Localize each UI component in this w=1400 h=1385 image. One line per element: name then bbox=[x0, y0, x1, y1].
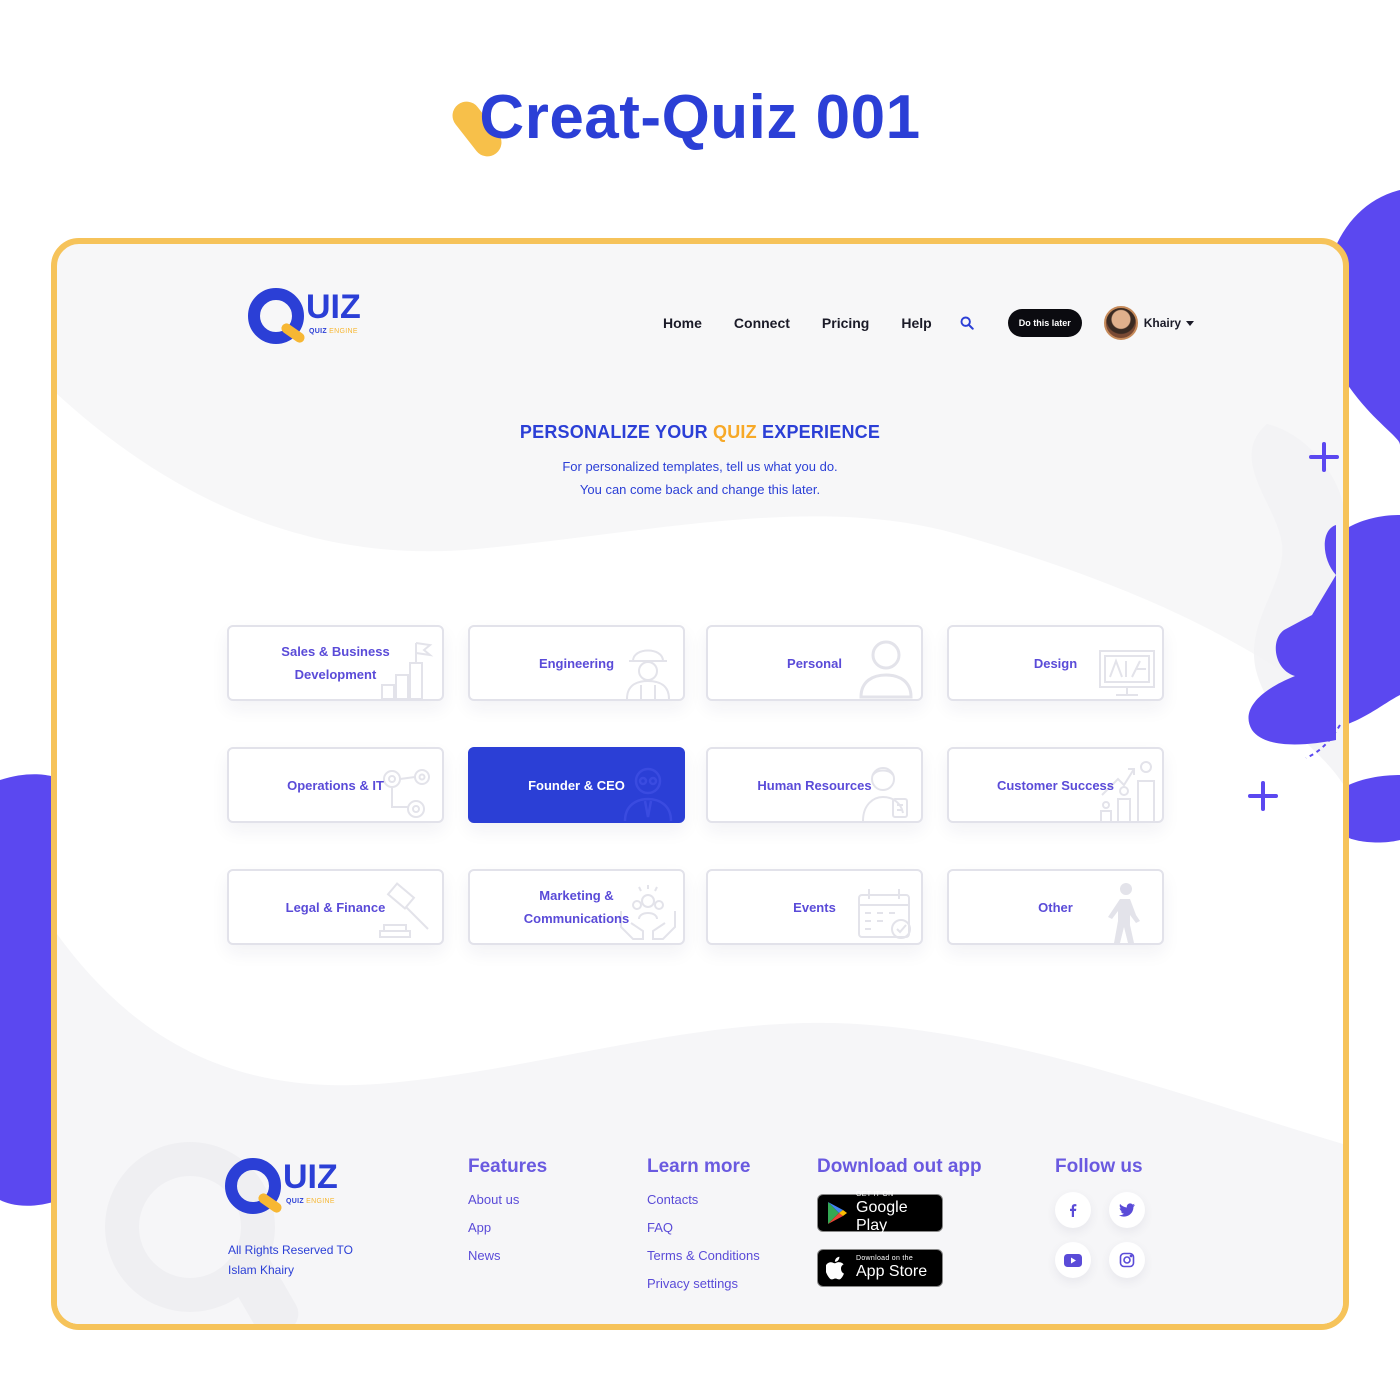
copyright-text: All Rights Reserved TO Islam Khairy bbox=[228, 1243, 353, 1277]
category-label: Operations & IT bbox=[287, 777, 384, 793]
google-play-text: GET IT ON Google Play bbox=[856, 1191, 942, 1235]
quiz-logo[interactable]: UIZ QUIZ ENGINE bbox=[248, 288, 361, 344]
category-label: Design bbox=[1033, 655, 1078, 671]
footer-link-terms[interactable]: Terms & Conditions bbox=[647, 1248, 760, 1263]
category-label: Other bbox=[1038, 899, 1073, 915]
hero-subtitle-line-2: You can come back and change this later. bbox=[579, 482, 821, 497]
user-name: Khairy bbox=[1143, 316, 1182, 330]
footer-features-title: Features bbox=[468, 1156, 548, 1177]
footer-features: Features About us App News bbox=[468, 1156, 547, 1276]
category-label: Events bbox=[793, 899, 836, 915]
app-store-big: App Store bbox=[856, 1263, 928, 1280]
footer-learn-more: Learn more Contacts FAQ Terms & Conditio… bbox=[647, 1156, 760, 1304]
nav-home[interactable]: Home bbox=[663, 315, 702, 331]
logo-sub-quiz: QUIZ bbox=[286, 1198, 304, 1205]
category-label: Customer Success bbox=[996, 777, 1115, 793]
hero-title-accent: QUIZ bbox=[713, 422, 757, 442]
footer-quiz-logo[interactable]: UIZ QUIZ ENGINE bbox=[225, 1158, 338, 1214]
category-label: Human Resources bbox=[757, 777, 872, 793]
walking-person-icon bbox=[1108, 883, 1140, 943]
category-card-customer-success[interactable]: Customer Success bbox=[947, 747, 1164, 823]
chevron-down-icon bbox=[1186, 320, 1195, 326]
page-heading: Creat-Quiz 001 bbox=[447, 82, 921, 163]
logo-subtitle: QUIZ ENGINE bbox=[286, 1198, 335, 1205]
category-card-founder[interactable]: Founder & CEO bbox=[468, 747, 685, 823]
footer-download-title: Download out app bbox=[817, 1156, 982, 1177]
instagram-icon[interactable] bbox=[1109, 1242, 1145, 1278]
logo-sub-quiz: QUIZ bbox=[309, 328, 327, 335]
founder-icon bbox=[623, 767, 673, 821]
footer-follow: Follow us bbox=[1055, 1156, 1145, 1278]
avatar bbox=[1103, 306, 1138, 340]
design-monitor-icon bbox=[1099, 650, 1155, 696]
category-card-sales[interactable]: Sales & Business Development bbox=[227, 625, 444, 701]
logo-q-icon bbox=[225, 1158, 281, 1214]
social-links bbox=[1055, 1192, 1145, 1278]
footer-link-news[interactable]: News bbox=[468, 1248, 547, 1263]
category-label: Marketing & Communications bbox=[523, 888, 630, 926]
google-play-big: Google Play bbox=[856, 1199, 908, 1234]
google-play-icon bbox=[828, 1202, 847, 1224]
footer-link-privacy[interactable]: Privacy settings bbox=[647, 1276, 760, 1291]
category-card-hr[interactable]: Human Resources bbox=[706, 747, 923, 823]
category-card-personal[interactable]: Personal bbox=[706, 625, 923, 701]
page-heading-text: Creat-Quiz 001 bbox=[479, 83, 921, 152]
twitter-icon[interactable] bbox=[1109, 1192, 1145, 1228]
category-card-events[interactable]: Events bbox=[706, 869, 923, 945]
nav-help[interactable]: Help bbox=[901, 315, 931, 331]
person-icon bbox=[859, 640, 913, 699]
category-card-legal[interactable]: Legal & Finance bbox=[227, 869, 444, 945]
app-store-small: Download on the bbox=[856, 1255, 914, 1262]
app-window: UIZ QUIZ ENGINE Home Connect Pricing Hel… bbox=[51, 238, 1349, 1330]
engineer-icon bbox=[626, 649, 670, 699]
category-label: Personal bbox=[787, 655, 842, 671]
category-card-operations[interactable]: Operations & IT bbox=[227, 747, 444, 823]
category-card-design[interactable]: Design bbox=[947, 625, 1164, 701]
footer-learn-title: Learn more bbox=[647, 1156, 751, 1177]
logo-q-icon bbox=[248, 288, 304, 344]
facebook-icon[interactable] bbox=[1055, 1192, 1091, 1228]
category-label: Sales & Business Development bbox=[281, 644, 390, 682]
nav-connect[interactable]: Connect bbox=[734, 315, 790, 331]
hero-title-part-b: EXPERIENCE bbox=[756, 422, 881, 442]
user-menu[interactable]: Khairy bbox=[1103, 306, 1195, 340]
category-card-marketing[interactable]: Marketing & Communications bbox=[468, 869, 685, 945]
do-this-later-button[interactable]: Do this later bbox=[1007, 309, 1082, 337]
category-label: Legal & Finance bbox=[285, 899, 386, 915]
youtube-icon[interactable] bbox=[1055, 1242, 1091, 1278]
footer-link-app[interactable]: App bbox=[468, 1220, 547, 1235]
footer-link-about[interactable]: About us bbox=[468, 1192, 547, 1207]
app-store-text: Download on the App Store bbox=[856, 1255, 927, 1281]
category-label: Founder & CEO bbox=[528, 777, 625, 793]
main-nav: Home Connect Pricing Help Do this later … bbox=[663, 306, 1195, 340]
google-play-button[interactable]: GET IT ON Google Play bbox=[817, 1191, 943, 1235]
logo-subtitle: QUIZ ENGINE bbox=[309, 328, 358, 335]
logo-text: UIZ bbox=[306, 288, 361, 326]
category-card-engineering[interactable]: Engineering bbox=[468, 625, 685, 701]
hero-title: PERSONALIZE YOUR QUIZ EXPERIENCE bbox=[57, 422, 1343, 443]
logo-sub-engine: ENGINE bbox=[329, 328, 358, 335]
footer-follow-title: Follow us bbox=[1055, 1156, 1143, 1177]
footer-download: Download out app GET IT ON Google Play D… bbox=[817, 1156, 982, 1304]
gears-icon bbox=[383, 769, 430, 818]
hero-title-part-a: PERSONALIZE YOUR bbox=[519, 422, 714, 442]
logo-sub-engine: ENGINE bbox=[306, 1198, 335, 1205]
footer-link-contacts[interactable]: Contacts bbox=[647, 1192, 760, 1207]
page-heading-wrap: Creat-Quiz 001 bbox=[0, 82, 1400, 163]
google-play-small: GET IT ON bbox=[856, 1191, 894, 1198]
category-label: Engineering bbox=[538, 655, 615, 671]
logo-text: UIZ bbox=[283, 1158, 338, 1196]
category-card-other[interactable]: Other bbox=[947, 869, 1164, 945]
apple-icon bbox=[826, 1256, 844, 1280]
search-icon[interactable] bbox=[960, 316, 974, 330]
footer-link-faq[interactable]: FAQ bbox=[647, 1220, 760, 1235]
hero-subtitle-line-1: For personalized templates, tell us what… bbox=[562, 459, 838, 474]
app-store-button[interactable]: Download on the App Store bbox=[817, 1249, 943, 1287]
nav-pricing[interactable]: Pricing bbox=[822, 315, 869, 331]
calendar-icon bbox=[858, 889, 911, 939]
